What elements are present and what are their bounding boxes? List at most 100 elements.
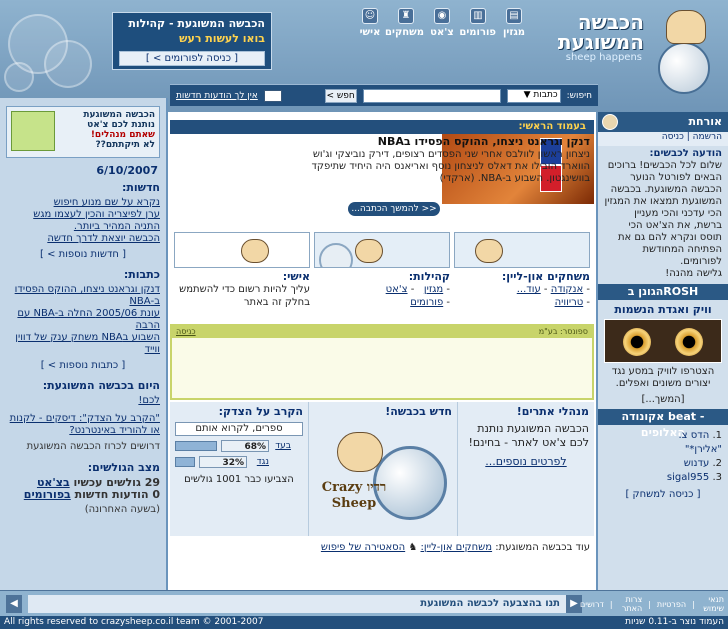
site-logo[interactable]: הכבשה המשוגעת sheep happens [540,4,726,94]
site-team-link[interactable]: צרות האתר [619,595,642,613]
today-link[interactable]: "הקרב על הצדק": דיסקים - לקנות [6,413,160,425]
news-item[interactable]: ערן לפיצריה והכין לעצמו מגש [6,209,160,221]
golf-ball-icon [658,42,710,94]
webmasters-text: הכבשה המשוגעת נותנת לכם צ'אט לאתר - בחינ… [468,422,589,449]
article-item[interactable]: דנקן וגראנט ניצחו, ההוקס הפסידו ב-NBA [6,284,160,308]
continue-reading-button[interactable]: << להמשך הכתבה... [348,202,440,216]
news-title: חדשות: [121,181,160,194]
announcement: הודעה לכבשים: שלום לכל הכבשים! ברוכים הב… [598,146,728,282]
weekly-title[interactable]: וויק ואגדת הנשמות [598,303,728,316]
more-info-link[interactable]: לפרטים נוספים... [463,456,589,468]
promo-columns: מנהלי אתרים! הכבשה המשוגעת נותנת לכם צ'א… [170,402,594,536]
game-link[interactable]: אנקודה [551,284,584,295]
new-title: חדש בכבשה! [385,405,452,418]
search-category-select[interactable]: כתבות ▼ [506,88,561,103]
poll-bar-for [175,441,217,451]
right-column: אורחת הרשמה | כניסה הודעה לכבשים: שלום ל… [596,112,728,590]
more-articles-link[interactable]: [ כתבות נוספות > ] [6,360,160,371]
today-title: היום בכבשה המשוגעת: [42,379,160,392]
rank-row: "אלירן*" [684,444,722,455]
today-section: היום בכבשה המשוגעת: לכם! "הקרב על הצדק":… [0,379,166,453]
rosh-bar: הגונן בROSH [598,284,728,300]
sponsor-box: ספונסר: בע"מ כניסה [170,324,594,400]
poll-row: 68% בעד [175,440,303,452]
nav-chat[interactable]: ◉ צ'אט [424,8,460,48]
chat-promo-banner[interactable]: הכבשה המשוגעת נותנת לכם צ'אט שאתם מנהלים… [6,106,160,158]
poll-option-against[interactable]: נגד [251,456,269,468]
article-item[interactable]: השבוע בNBA משחק ענק של דווין ווייד [6,332,160,356]
games-title: משחקים און-ליין: [501,270,590,283]
page-time: העמוד נוצר ב-0.11 שניות [625,617,724,627]
jobs-link[interactable]: דרושים [580,600,604,609]
announcement-text: שלום לכל הכבשים! ברוכים הבאים לפורטל הנו… [604,160,722,267]
messages-link[interactable]: אין לך הודעות חדשות [176,91,258,101]
poll-question[interactable]: ספרים, לקרוא אותם [175,422,303,436]
weekly-image[interactable] [604,319,722,363]
featured-title[interactable]: דנקן וגראנט ניצחו, ההוקס הפסידו בNBA [304,134,594,149]
online-games-link[interactable]: משחקים און-ליין: [421,542,493,553]
games-image[interactable] [454,232,590,268]
nav-magazine[interactable]: ▤ מגזין [496,8,532,48]
forums-link[interactable]: בפורומים [24,488,71,501]
satire-link[interactable]: הסאטירה של פיפוש [321,542,405,553]
news-item[interactable]: הכבשה יוצאת לדרך חדשה [6,233,160,245]
articles-title: כתבות: [123,268,160,281]
poll-column: הקרב על הצדק: ספרים, לקרוא אותם 68% בעד … [170,402,308,536]
register-link[interactable]: הרשמה [693,132,722,142]
forums-entry-link[interactable]: [ כניסה לפורומים > ] [119,51,265,66]
status-row: 0 הודעות חדשות בפורומים [23,488,160,501]
featured-article: דנקן וגראנט ניצחו, ההוקס הפסידו בNBA ניצ… [170,134,594,228]
news-item[interactable]: נקרא על שם מנוע חיפוש [6,197,160,209]
more-news-link[interactable]: [ חדשות נוספות > ] [6,249,160,260]
news-section: חדשות: נקרא על שם מנוע חיפוש ערן לפיצריה… [0,181,166,260]
current-date: 6/10/2007 [96,164,158,177]
communities-image[interactable] [314,232,450,268]
editor-bar: בעמוד הראשי: [170,120,594,134]
nav-forums[interactable]: ▥ פורומים [459,8,496,48]
logo-slogan: sheep happens [565,52,642,63]
sponsor-enter-link[interactable]: כניסה [176,326,196,338]
game-link[interactable]: טריוויה [555,297,584,308]
poll-row: 32% נגד [175,456,303,468]
radio-banner[interactable]: רדיו Crazy Sheep [317,432,447,522]
mail-icon[interactable] [263,89,282,102]
poll-votes: הצביעו כבר 1001 גולשים [184,474,294,485]
poll-percent: 68% [221,440,269,452]
sheep-icon [355,239,383,263]
search-button[interactable]: חפש > [324,88,357,103]
sponsor-label: ספונסר: בע"מ [538,327,588,336]
sheep-mascot-icon [666,10,706,44]
chat-screen-icon [11,111,55,151]
radio-column: חדש בכבשה! רדיו Crazy Sheep [308,402,458,536]
community-box: הכבשה המשוגעת - קהילות בואו לעשות רעש [ … [112,12,272,70]
main-content: בעמוד הראשי: דנקן וגראנט ניצחו, ההוקס הפ… [170,112,594,590]
terms-link[interactable]: תנאי שימוש [701,595,724,613]
avatar [602,114,618,130]
today-link[interactable]: לכם! [6,395,160,407]
status-note: (בשעה האחרונה) [84,504,160,515]
top-nav: ▤ מגזין ▥ פורומים ◉ צ'אט ♜ משחקים ☺ אישי [282,8,532,48]
sponsor-header: ספונסר: בע"מ כניסה [172,326,592,338]
header: הכבשה המשוגעת - קהילות בואו לעשות רעש [ … [0,0,728,112]
copyright-bar: All rights reserved to crazysheep.co.il … [0,616,728,629]
nav-personal[interactable]: ☺ אישי [352,8,388,48]
community-link[interactable]: מגזין [424,284,443,295]
login-link[interactable]: כניסה [662,132,684,142]
game-link[interactable]: עוד... [517,284,541,295]
enter-game-link[interactable]: [ כניסה למשחק ] [598,489,728,500]
news-ticker[interactable]: תנו בהצבעה לכבשה המשוגעת [28,595,568,613]
section-cards: משחקים און-ליין: - אנקודה - עוד... - טרי… [170,232,594,322]
poll-option-for[interactable]: בעד [273,440,291,452]
communities-card: קהילות: - מגזין - צ'אט - פורומים [314,232,450,322]
nav-games[interactable]: ♜ משחקים [385,8,424,48]
personal-image[interactable] [174,232,310,268]
article-item[interactable]: עונת 2005/06 החלה ב-NBA עם הרבה [6,308,160,332]
search-input[interactable] [362,88,501,103]
community-link[interactable]: פורומים [410,297,443,308]
community-link[interactable]: צ'אט [386,284,408,295]
news-item[interactable]: התניה המהיר ביותר. [6,221,160,233]
weekly-more-link[interactable]: [המשך...] [598,394,728,405]
scroll-left-icon[interactable]: ◀ [6,595,22,613]
privacy-link[interactable]: הפרטיות [657,600,686,609]
today-link[interactable]: או להוריד באינטרנט? [6,425,160,437]
